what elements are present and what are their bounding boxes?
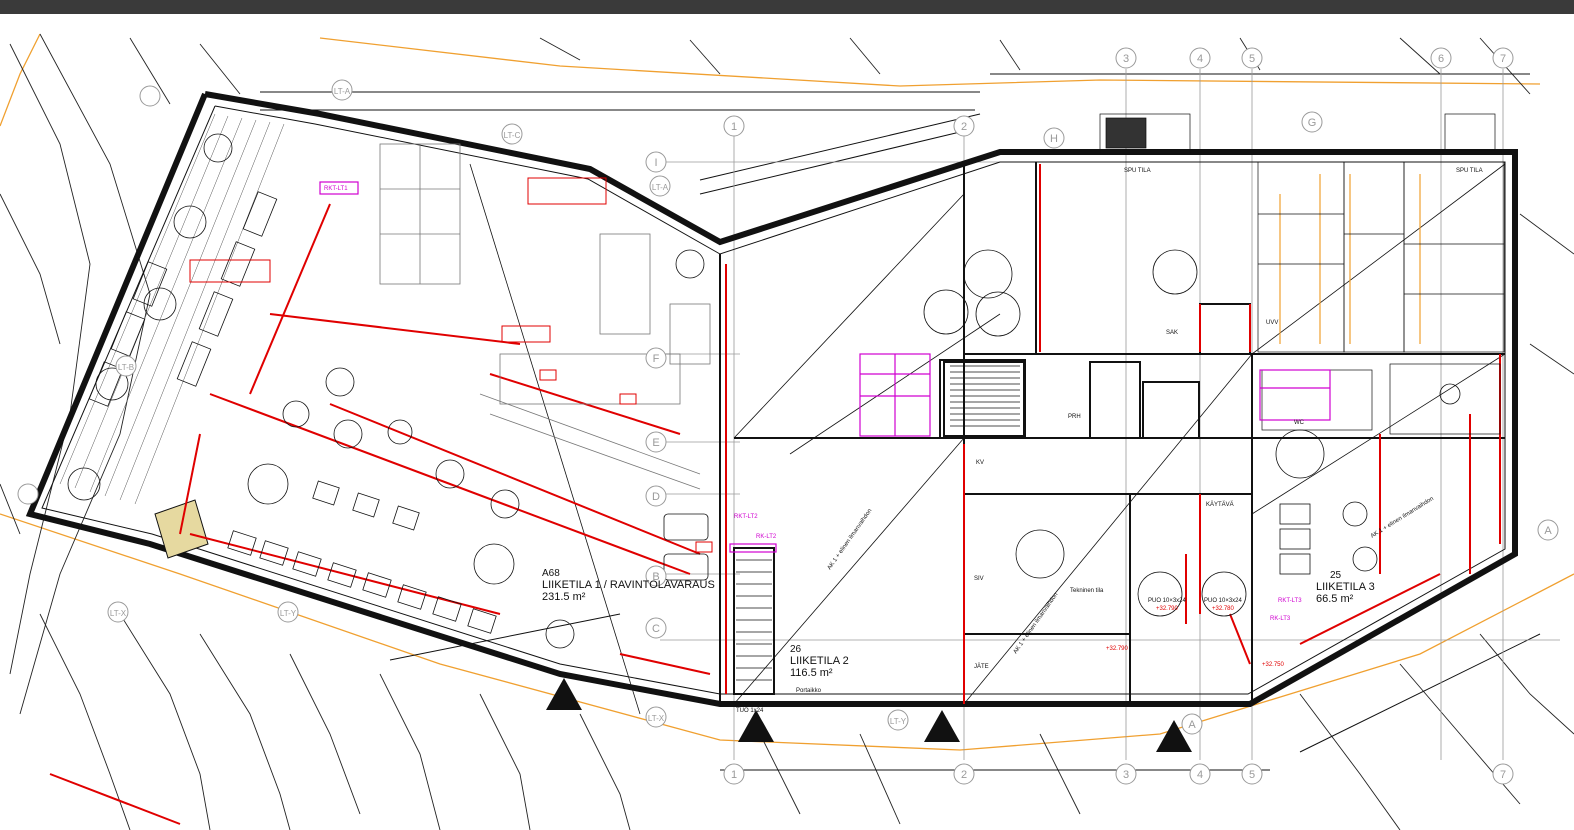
- grid-label-2-bottom: 2: [961, 769, 967, 781]
- grid-label-lt-a-2: LT-A: [652, 183, 669, 192]
- floor-plan-drawing[interactable]: 1 2 3 4 5 6 7 1 2 3 4 5 7 A A C B D E F …: [0, 14, 1574, 830]
- grid-label-7-bottom: 7: [1500, 769, 1506, 781]
- label-rk-lt2: RK-LT2: [756, 534, 777, 540]
- grid-label-lt-a: LT-A: [334, 87, 351, 96]
- space-label-2: 26 LIIKETILA 2 116.5 m²: [790, 644, 849, 679]
- grid-label-1-top: 1: [731, 121, 737, 133]
- label-ak-2: AK 1 + elinen ilmanvaihdon: [1013, 592, 1060, 655]
- room-wc: WC: [1294, 420, 1305, 426]
- grid-label-lt-y: LT-Y: [280, 609, 297, 618]
- grid-label-g: G: [1308, 117, 1317, 129]
- room-spu-2: SPU TILA: [1456, 168, 1483, 174]
- level-labels: +32.790 +32.780 +32.790 +32.750: [1106, 606, 1285, 668]
- grid-label-3-top: 3: [1123, 53, 1129, 65]
- grid-label-e: E: [652, 437, 659, 449]
- grid-label-c: C: [652, 623, 660, 635]
- room-siv: SIV: [974, 576, 984, 582]
- room-uvv: UVV: [1266, 320, 1278, 326]
- grid-label-5-top: 5: [1249, 53, 1255, 65]
- label-rk-lt3: RK-LT3: [1270, 616, 1291, 622]
- grid-label-2-top: 2: [961, 121, 967, 133]
- space-3-area: 66.5 m²: [1316, 593, 1354, 605]
- grid-label-5-bottom: 5: [1249, 769, 1255, 781]
- label-puo-1: PUO 10×3x24: [1148, 598, 1187, 604]
- grid-label-6-top: 6: [1438, 53, 1444, 65]
- grid-label-a-right: A: [1544, 525, 1552, 537]
- grid-label-lt-c: LT-C: [504, 131, 521, 140]
- label-rkt-lt1: RKT-LT1: [324, 186, 348, 192]
- room-kv: KV: [976, 460, 984, 466]
- top-toolbar: [0, 0, 1574, 14]
- room-prh: PRH: [1068, 414, 1081, 420]
- grid-label-h: H: [1050, 133, 1058, 145]
- room-labels: SPU TILA SPU TILA PRH SAK WC UVV KÄYTÄVÄ…: [974, 168, 1483, 670]
- magenta-labels: RKT-LT1 RKT-LT2 RK-LT2 RKT-LT3 RK-LT3: [324, 186, 1302, 622]
- grid-label-3-bottom: 3: [1123, 769, 1129, 781]
- level-4: +32.750: [1262, 662, 1285, 668]
- magenta-elements: [319, 181, 1331, 553]
- level-3: +32.790: [1106, 646, 1129, 652]
- label-note-stair: Portaikko: [796, 688, 822, 694]
- grid-label-f: F: [653, 353, 660, 365]
- exterior-walls: [25, 91, 1518, 707]
- dimension-lines: [260, 73, 1541, 771]
- label-ak-1: AK 1 + elinen ilmanvaihdon: [827, 508, 874, 571]
- label-rkt-lt3: RKT-LT3: [1278, 598, 1302, 604]
- room-spu-1: SPU TILA: [1124, 168, 1151, 174]
- grid-label-lt-x: LT-X: [110, 609, 127, 618]
- stair-main: [943, 361, 1025, 437]
- grid-label-4-bottom: 4: [1197, 769, 1203, 781]
- grid-label-lt-x-2: LT-X: [648, 714, 665, 723]
- space-2-area: 116.5 m²: [790, 667, 833, 679]
- furniture-tables: [88, 191, 1311, 634]
- space-1-name: LIIKETILA 1 / RAVINTOLAVARAUS: [542, 579, 715, 591]
- room-sak: SAK: [1166, 330, 1178, 336]
- ventilation-lines: [1279, 174, 1421, 344]
- grid-label-d: D: [652, 491, 660, 503]
- label-rkt-lt2: RKT-LT2: [734, 514, 758, 520]
- grid-bubbles: [17, 47, 1559, 785]
- grid-label-lt-y-2: LT-Y: [890, 717, 907, 726]
- level-1: +32.790: [1156, 606, 1179, 612]
- grid-label-4-top: 4: [1197, 53, 1203, 65]
- label-puo-2: PUO 10×3x24: [1204, 598, 1243, 604]
- grid-label-7-top: 7: [1500, 53, 1506, 65]
- space-label-3: 25 LIIKETILA 3 66.5 m²: [1316, 570, 1375, 605]
- red-markup-lines: [49, 164, 1501, 825]
- grid-label-1-bottom: 1: [731, 769, 737, 781]
- level-2: +32.780: [1212, 606, 1235, 612]
- space-1-area: 231.5 m²: [542, 591, 586, 603]
- space-3-number: 25: [1330, 570, 1342, 581]
- room-jate: JÄTE: [974, 663, 989, 670]
- space-2-name: LIIKETILA 2: [790, 655, 849, 667]
- space-1-number: A68: [542, 568, 560, 579]
- grid-label-a-bottom: A: [1188, 719, 1196, 731]
- grid-label-lt-b: LT-B: [118, 363, 134, 372]
- room-kaytava: KÄYTÄVÄ: [1206, 501, 1234, 508]
- grid-label-i: I: [654, 157, 657, 169]
- stair-secondary: [733, 547, 775, 695]
- label-tuo: TUO 1x24: [736, 708, 764, 714]
- space-2-number: 26: [790, 644, 802, 655]
- interior-walls: [719, 162, 1505, 704]
- label-note-tech: Tekninen tila: [1070, 588, 1104, 594]
- space-3-name: LIIKETILA 3: [1316, 581, 1375, 593]
